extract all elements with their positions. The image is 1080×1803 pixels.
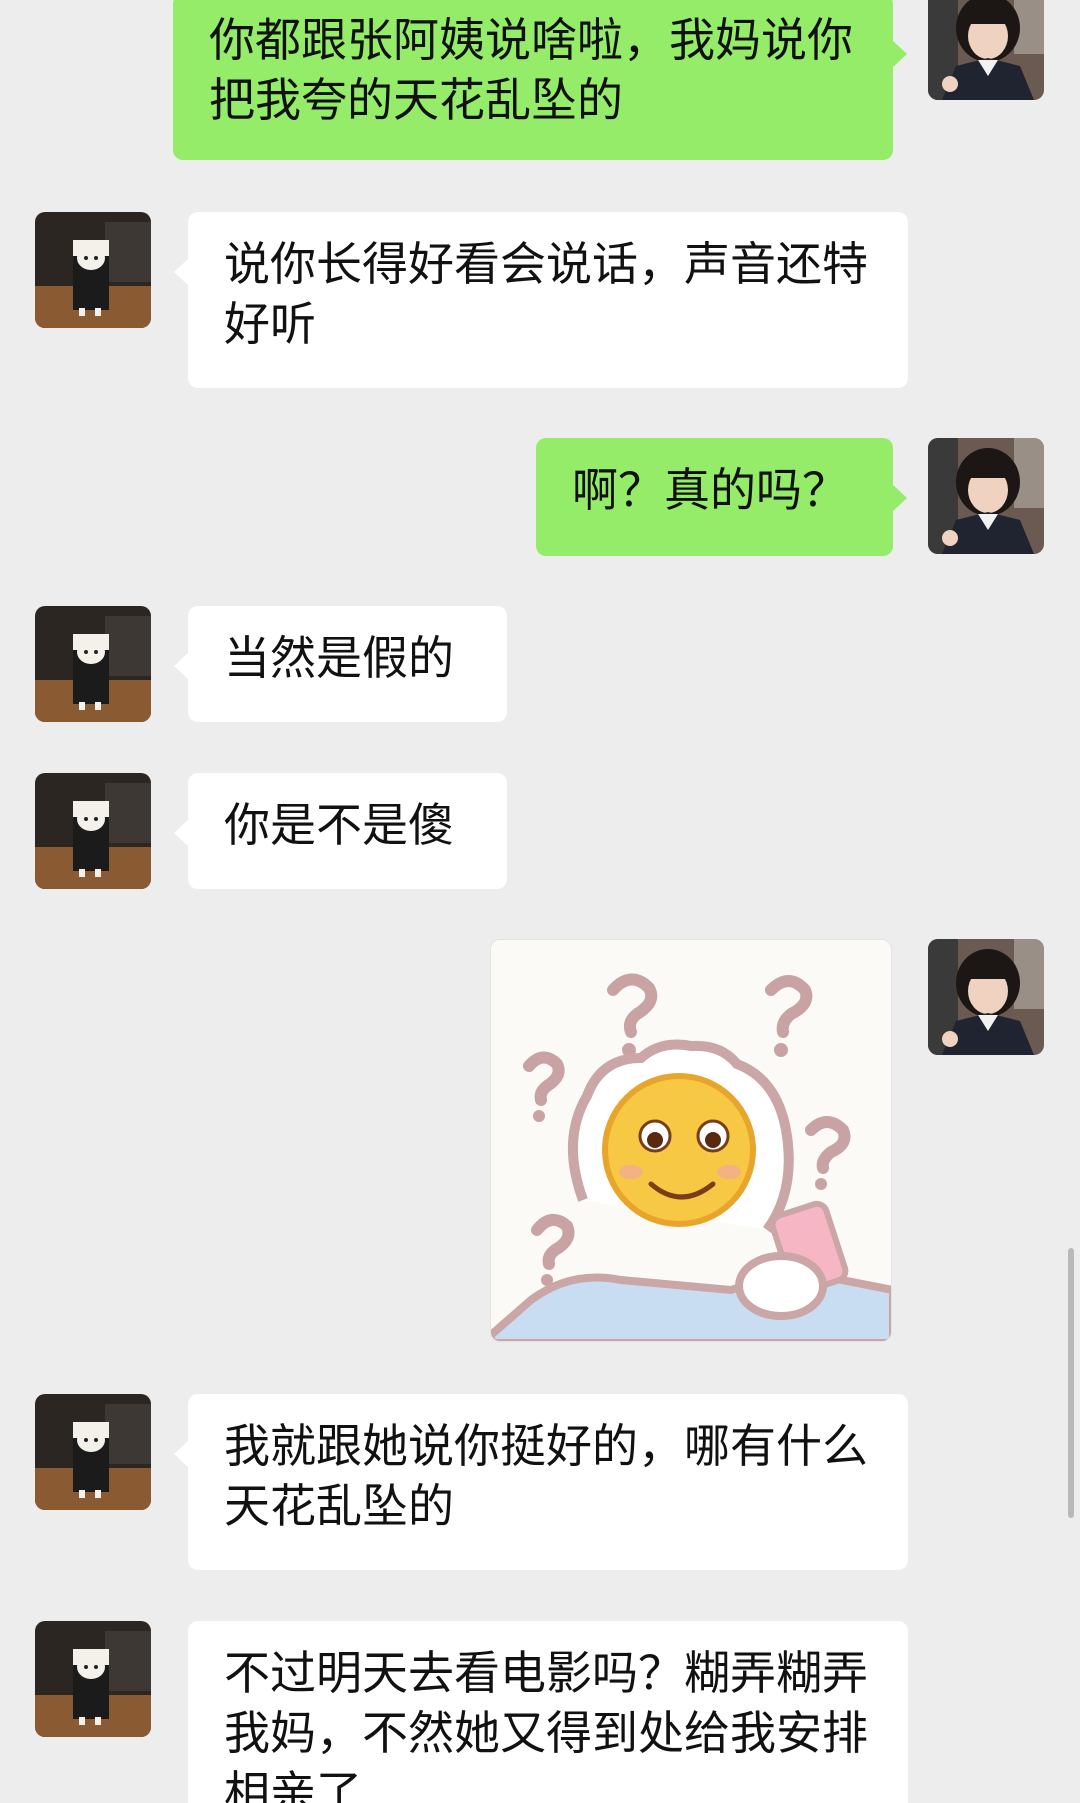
cat-in-box-icon [35,1621,151,1737]
friend-avatar[interactable] [35,606,151,722]
message-bubble-incoming[interactable]: 不过明天去看电影吗？糊弄糊弄我妈，不然她又得到处给我安排相亲了 [188,1621,908,1803]
chat-window: 你都跟张阿姨说啥啦，我妈说你把我夸的天花乱坠的 说你长得好看会说话，声音还特好听… [0,0,1080,1803]
girl-portrait-icon [928,0,1044,100]
cat-in-box-icon [35,773,151,889]
cat-in-box-icon [35,606,151,722]
message-bubble-incoming[interactable]: 当然是假的 [174,606,507,722]
message-bubble-incoming[interactable]: 你是不是傻 [174,773,507,889]
message-bubble-outgoing[interactable]: 啊？真的吗？ [536,438,907,556]
friend-avatar[interactable] [35,1621,151,1737]
my-avatar[interactable] [928,0,1044,100]
cat-in-box-icon [35,1394,151,1510]
sticker-message[interactable] [490,939,892,1342]
girl-portrait-icon [928,939,1044,1055]
message-bubble-incoming[interactable]: 我就跟她说你挺好的，哪有什么天花乱坠的 [174,1394,908,1570]
friend-avatar[interactable] [35,1394,151,1510]
girl-portrait-icon [928,438,1044,554]
message-bubble-outgoing[interactable]: 你都跟张阿姨说啥啦，我妈说你把我夸的天花乱坠的 [173,0,907,160]
friend-avatar[interactable] [35,773,151,889]
chat-scrollbar[interactable] [1068,1248,1074,1518]
my-avatar[interactable] [928,438,1044,554]
my-avatar[interactable] [928,939,1044,1055]
confused-smiley-sticker-icon [491,940,891,1341]
friend-avatar[interactable] [35,212,151,328]
cat-in-box-icon [35,212,151,328]
message-bubble-incoming[interactable]: 说你长得好看会说话，声音还特好听 [174,212,908,388]
